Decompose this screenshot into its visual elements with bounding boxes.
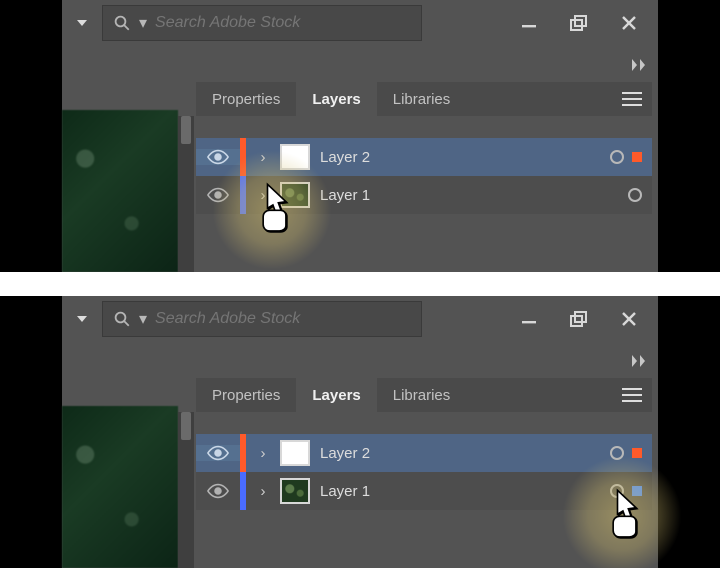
close-button[interactable]	[616, 10, 642, 36]
layer-name[interactable]: Layer 2	[320, 445, 610, 462]
layer-name[interactable]: Layer 2	[320, 149, 610, 166]
selection-indicator[interactable]	[632, 486, 642, 496]
visibility-toggle[interactable]	[196, 149, 240, 165]
panel-menu-icon[interactable]	[612, 82, 652, 116]
minimize-button[interactable]	[516, 10, 542, 36]
layers-panel: › Layer 2 › Layer 1	[196, 434, 652, 510]
search-input[interactable]: ▾	[102, 5, 422, 41]
search-input[interactable]: ▾	[102, 301, 422, 337]
target-icon[interactable]	[628, 188, 642, 202]
expand-chevron-icon[interactable]: ›	[246, 187, 280, 204]
selection-indicator[interactable]	[632, 448, 642, 458]
close-button[interactable]	[616, 306, 642, 332]
expand-chevron-icon[interactable]: ›	[246, 483, 280, 500]
target-icon[interactable]	[610, 150, 624, 164]
workspace-dropdown[interactable]	[62, 299, 102, 339]
layer-row[interactable]: › Layer 2	[196, 138, 652, 176]
target-icon[interactable]	[610, 446, 624, 460]
minimize-button[interactable]	[516, 306, 542, 332]
collapse-panels-icon[interactable]	[632, 58, 650, 76]
tab-libraries[interactable]: Libraries	[377, 378, 467, 412]
restore-button[interactable]	[566, 306, 592, 332]
search-field[interactable]	[153, 309, 411, 329]
expand-chevron-icon[interactable]: ›	[246, 445, 280, 462]
panel-scrollbar[interactable]	[178, 116, 194, 272]
layer-row[interactable]: › Layer 2	[196, 434, 652, 472]
tab-layers[interactable]: Layers	[296, 82, 376, 116]
layer-name[interactable]: Layer 1	[320, 483, 610, 500]
document-canvas[interactable]	[62, 110, 178, 272]
document-canvas[interactable]	[62, 406, 178, 568]
restore-button[interactable]	[566, 10, 592, 36]
expand-chevron-icon[interactable]: ›	[246, 149, 280, 166]
panel-scrollbar[interactable]	[178, 412, 194, 568]
search-field[interactable]	[153, 13, 411, 33]
tab-layers[interactable]: Layers	[296, 378, 376, 412]
layer-thumbnail[interactable]	[280, 182, 310, 208]
selection-indicator[interactable]	[632, 152, 642, 162]
layer-row[interactable]: › Layer 1	[196, 176, 652, 214]
collapse-panels-icon[interactable]	[632, 354, 650, 372]
layer-row[interactable]: › Layer 1	[196, 472, 652, 510]
layers-panel: › Layer 2 › Layer 1	[196, 138, 652, 214]
target-icon[interactable]	[610, 484, 624, 498]
visibility-toggle[interactable]	[196, 483, 240, 499]
visibility-toggle[interactable]	[196, 187, 240, 203]
workspace-dropdown[interactable]	[62, 3, 102, 43]
layer-thumbnail[interactable]	[280, 478, 310, 504]
layer-thumbnail[interactable]	[280, 144, 310, 170]
visibility-toggle[interactable]	[196, 445, 240, 461]
tab-libraries[interactable]: Libraries	[377, 82, 467, 116]
search-scope-chevron-icon: ▾	[139, 309, 147, 329]
tab-properties[interactable]: Properties	[196, 378, 296, 412]
layer-name[interactable]: Layer 1	[320, 187, 628, 204]
tab-properties[interactable]: Properties	[196, 82, 296, 116]
panel-menu-icon[interactable]	[612, 378, 652, 412]
search-scope-chevron-icon: ▾	[139, 13, 147, 33]
layer-thumbnail[interactable]	[280, 440, 310, 466]
